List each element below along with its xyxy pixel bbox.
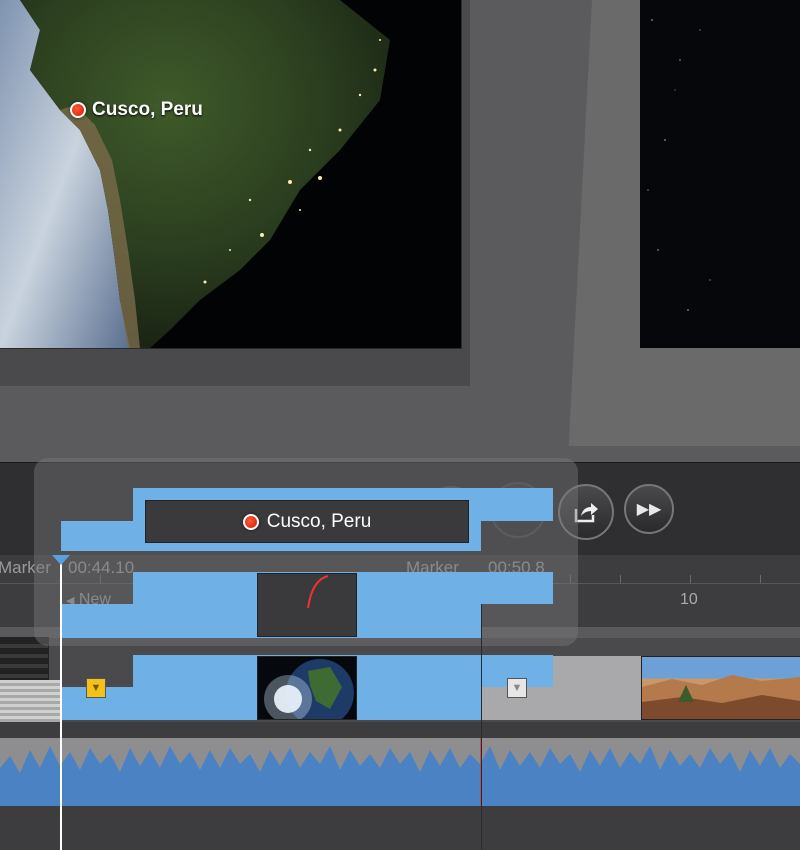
earth-map-frame: Cusco, Peru	[0, 0, 461, 348]
marker-down-icon: ▼	[90, 682, 102, 694]
location-marker[interactable]: Cusco, Peru	[70, 97, 203, 123]
location-pin-icon	[70, 102, 86, 118]
fast-forward-button[interactable]: ▶▶	[624, 484, 674, 534]
audio-track[interactable]	[0, 738, 800, 806]
marker-white[interactable]: ▼	[507, 678, 527, 698]
title-clip-text: Cusco, Peru	[266, 510, 372, 532]
earth-globe-image	[264, 659, 354, 719]
cusco-city-image	[642, 675, 800, 719]
audio-waveform	[0, 738, 800, 806]
ruler-second-mark: 10	[680, 591, 698, 608]
earth-horizon-clip-frame	[640, 0, 800, 348]
playhead[interactable]	[60, 556, 62, 850]
earth-clip[interactable]	[258, 657, 356, 719]
clip-left-title-strip	[0, 680, 60, 722]
marker-down-icon: ▼	[511, 682, 523, 694]
south-america-satellite-image	[0, 0, 461, 348]
fast-forward-icon: ▶▶	[636, 501, 662, 518]
track-separator	[0, 722, 800, 738]
progress-arc-icon	[307, 575, 329, 609]
cusco-photo-clip[interactable]	[642, 657, 800, 719]
transition-clip[interactable]	[258, 574, 356, 636]
timeline-guide	[481, 604, 482, 850]
title-clip[interactable]: Cusco, Peru	[145, 500, 469, 543]
playhead-handle-icon[interactable]	[52, 555, 70, 565]
marker-yellow[interactable]: ▼	[86, 678, 106, 698]
location-label: Cusco, Peru	[92, 99, 203, 120]
title-pin-icon	[242, 513, 259, 530]
starfield-image	[647, 19, 711, 311]
empty-track-area	[0, 806, 800, 850]
video-viewer: Cusco, Peru	[0, 0, 800, 462]
